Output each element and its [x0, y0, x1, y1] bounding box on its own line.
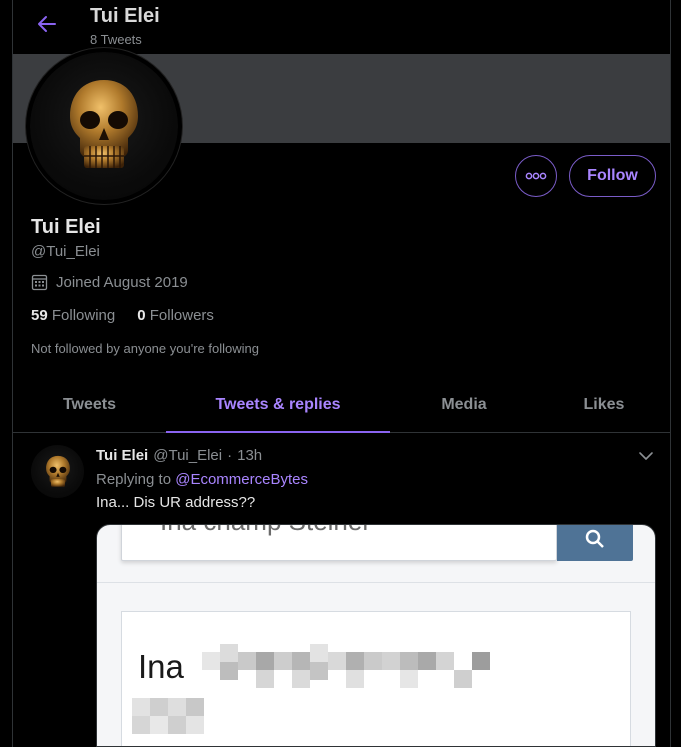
- top-bar: Tui Elei 8 Tweets: [13, 0, 670, 54]
- tweet[interactable]: Tui Elei @Tui_Elei · 13h Replying to @Ec…: [13, 433, 670, 747]
- pixelated-redaction: [132, 698, 204, 734]
- tweet-separator: ·: [227, 447, 233, 464]
- joined-text: Joined August 2019: [56, 274, 188, 291]
- image-card-name: Ina: [138, 648, 184, 685]
- tab-tweets[interactable]: Tweets: [13, 377, 166, 433]
- tweet-text: Ina... Dis UR address??: [96, 494, 256, 511]
- follow-button[interactable]: Follow: [569, 155, 656, 197]
- tab-media[interactable]: Media: [390, 377, 538, 433]
- replying-to-link[interactable]: @EcommerceBytes: [175, 471, 308, 488]
- followers-count: 0: [137, 307, 146, 324]
- chevron-down-icon[interactable]: [637, 447, 655, 465]
- following-link[interactable]: 59 Following: [31, 307, 115, 324]
- tab-likes[interactable]: Likes: [538, 377, 670, 433]
- image-search-text: Ina champ Steiner: [160, 525, 371, 537]
- joined-date: Joined August 2019: [31, 274, 188, 291]
- replying-to: Replying to @EcommerceBytes: [96, 471, 308, 488]
- following-label: Following: [51, 307, 116, 324]
- header-title: Tui Elei: [90, 5, 160, 27]
- profile-name: Tui Elei: [31, 216, 101, 238]
- tweet-avatar[interactable]: [31, 445, 84, 498]
- followers-label: Followers: [149, 307, 214, 324]
- more-dots-icon: [525, 172, 547, 180]
- image-divider: [97, 582, 655, 583]
- profile-tabs: Tweets Tweets & replies Media Likes: [13, 377, 670, 433]
- arrow-left-icon[interactable]: [35, 12, 59, 36]
- skull-avatar-image: [30, 52, 178, 200]
- profile-avatar[interactable]: [26, 48, 182, 204]
- tweet-author-handle[interactable]: @Tui_Elei: [153, 447, 222, 464]
- header-tweet-count: 8 Tweets: [90, 32, 142, 47]
- followers-link[interactable]: 0 Followers: [137, 307, 214, 324]
- following-count: 59: [31, 307, 48, 324]
- tab-tweets-replies[interactable]: Tweets & replies: [166, 377, 390, 433]
- pixelated-redaction: [202, 644, 490, 688]
- follow-stats: 59 Following 0 Followers: [31, 307, 214, 324]
- tweet-author-name[interactable]: Tui Elei: [96, 447, 148, 464]
- tweet-header: Tui Elei @Tui_Elei · 13h: [96, 447, 262, 464]
- profile-column: Tui Elei 8 Tweets Follow Tui Elei @Tui_E…: [12, 0, 671, 747]
- skull-avatar-image: [45, 455, 70, 487]
- image-result-card: Ina: [121, 611, 631, 746]
- calendar-icon: [31, 274, 48, 291]
- search-icon: [557, 525, 633, 561]
- tweet-time[interactable]: 13h: [237, 447, 262, 464]
- not-followed-note: Not followed by anyone you're following: [31, 341, 259, 356]
- replying-prefix: Replying to: [96, 471, 172, 488]
- more-options-button[interactable]: [515, 155, 557, 197]
- image-search-box: Ina champ Steiner: [121, 525, 557, 561]
- tweet-image[interactable]: Ina champ Steiner Ina: [96, 524, 656, 747]
- profile-handle: @Tui_Elei: [31, 243, 100, 260]
